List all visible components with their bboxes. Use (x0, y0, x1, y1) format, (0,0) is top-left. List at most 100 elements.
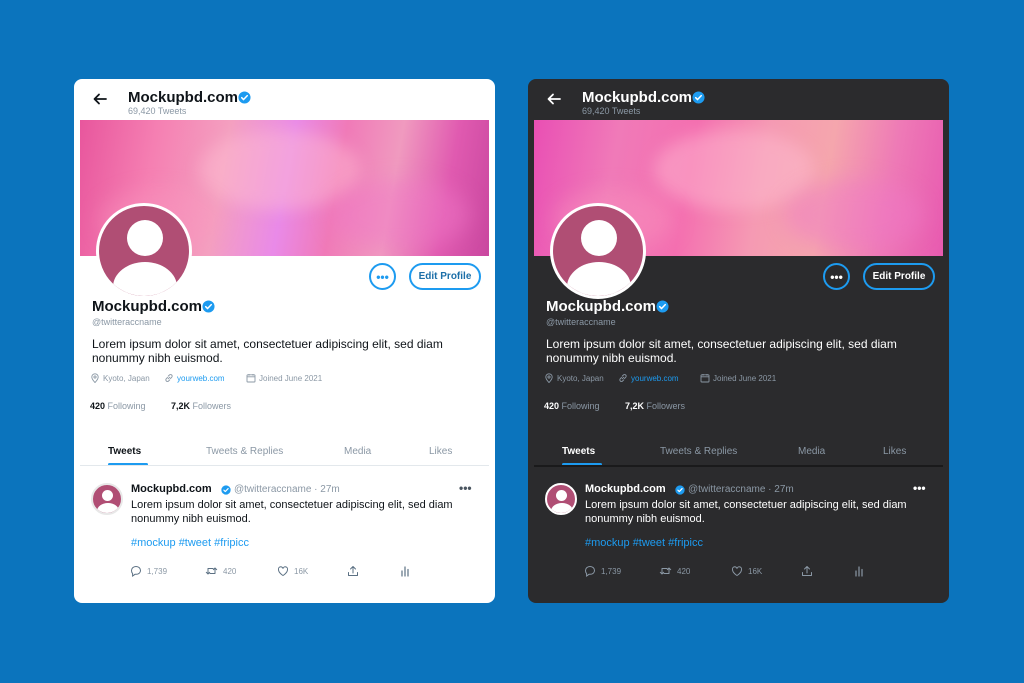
location-pin-icon (545, 373, 553, 383)
tab-tweets-replies[interactable]: Tweets & Replies (660, 446, 737, 457)
profile-joined: Joined June 2021 (246, 373, 322, 383)
verified-badge-icon (656, 300, 669, 313)
verified-badge-icon (202, 300, 215, 313)
profile-handle: @twitteraccname (92, 317, 162, 327)
tweet-text: Lorem ipsum dolor sit amet, consectetuer… (585, 499, 907, 525)
share-action[interactable] (801, 565, 813, 577)
tabs-divider (534, 465, 943, 467)
reply-action[interactable]: 1,739 (584, 565, 621, 577)
reply-count: 1,739 (147, 566, 168, 576)
profile-name: Mockupbd.com (92, 298, 203, 315)
more-options-button[interactable]: ••• (369, 263, 396, 290)
edit-profile-button[interactable]: Edit Profile (409, 263, 481, 290)
reply-action[interactable]: 1,739 (130, 565, 167, 577)
tabs-divider (80, 465, 489, 466)
profile-website[interactable]: yourweb.com (164, 373, 225, 383)
back-arrow-icon[interactable] (546, 91, 562, 107)
followers-stat[interactable]: 7,2K Followers (171, 401, 231, 411)
like-action[interactable]: 16K (731, 565, 762, 577)
profile-card-light: Mockupbd.com 69,420 Tweets ••• Edit Prof… (74, 79, 495, 603)
profile-name: Mockupbd.com (546, 298, 657, 315)
verified-badge-icon (675, 485, 685, 495)
followers-stat[interactable]: 7,2K Followers (625, 401, 685, 411)
header-name: Mockupbd.com (582, 89, 693, 106)
tweet-hashtags[interactable]: #mockup #tweet #fripicc (585, 537, 703, 549)
tab-likes[interactable]: Likes (429, 446, 452, 457)
tweet-count: 69,420 Tweets (128, 106, 187, 116)
retweet-action[interactable]: 420 (205, 565, 236, 577)
profile-tabs: Tweets Tweets & Replies Media Likes (528, 443, 949, 465)
tab-likes[interactable]: Likes (883, 446, 906, 457)
tab-tweets[interactable]: Tweets (108, 446, 141, 457)
tweet-avatar[interactable] (545, 483, 577, 515)
profile-handle: @twitteraccname (546, 317, 616, 327)
following-stat[interactable]: 420 Following (544, 401, 600, 411)
retweet-action[interactable]: 420 (659, 565, 690, 577)
retweet-icon (659, 567, 672, 575)
more-options-button[interactable]: ••• (823, 263, 850, 290)
edit-profile-button[interactable]: Edit Profile (863, 263, 935, 290)
website-link[interactable]: yourweb.com (631, 374, 679, 383)
share-icon (802, 566, 812, 576)
link-icon (165, 374, 173, 382)
tweet-more-button[interactable]: ••• (913, 481, 926, 495)
profile-tabs: Tweets Tweets & Replies Media Likes (74, 443, 495, 465)
website-link[interactable]: yourweb.com (177, 374, 225, 383)
tab-tweets-replies[interactable]: Tweets & Replies (206, 446, 283, 457)
like-count: 16K (294, 566, 309, 576)
retweet-icon (205, 567, 218, 575)
tweet-avatar[interactable] (91, 483, 123, 515)
profile-location: Kyoto, Japan (90, 373, 150, 383)
reply-count: 1,739 (601, 566, 622, 576)
analytics-icon (401, 566, 409, 577)
like-icon (277, 566, 289, 577)
tab-media[interactable]: Media (344, 446, 371, 457)
profile-website[interactable]: yourweb.com (618, 373, 679, 383)
followers-count: 7,2K (625, 401, 645, 411)
tweet-author-name[interactable]: Mockupbd.com (131, 483, 212, 495)
tab-media[interactable]: Media (798, 446, 825, 457)
header-name: Mockupbd.com (128, 89, 239, 106)
following-label: Following (107, 401, 146, 411)
profile-header: Mockupbd.com 69,420 Tweets (528, 79, 949, 121)
retweet-count: 420 (677, 566, 691, 576)
joined-text: Joined June 2021 (259, 373, 323, 383)
profile-bio: Lorem ipsum dolor sit amet, consectetuer… (92, 337, 443, 365)
back-arrow-icon[interactable] (92, 91, 108, 107)
reply-icon (130, 565, 142, 577)
like-action[interactable]: 16K (277, 565, 308, 577)
tweet-count: 69,420 Tweets (582, 106, 641, 116)
verified-badge-icon (238, 91, 251, 104)
profile-avatar[interactable] (96, 203, 192, 299)
analytics-action[interactable] (399, 565, 411, 577)
joined-text: Joined June 2021 (713, 373, 777, 383)
location-text: Kyoto, Japan (557, 373, 604, 383)
following-count: 420 (544, 401, 560, 411)
following-stat[interactable]: 420 Following (90, 401, 146, 411)
reply-icon (584, 565, 596, 577)
analytics-action[interactable] (853, 565, 865, 577)
tweet-hashtags[interactable]: #mockup #tweet #fripicc (131, 537, 249, 549)
following-label: Following (561, 401, 600, 411)
followers-count: 7,2K (171, 401, 191, 411)
location-pin-icon (91, 373, 99, 383)
following-count: 420 (90, 401, 106, 411)
share-action[interactable] (347, 565, 359, 577)
like-count: 16K (748, 566, 763, 576)
link-icon (619, 374, 627, 382)
location-text: Kyoto, Japan (103, 373, 150, 383)
verified-badge-icon (692, 91, 705, 104)
profile-avatar[interactable] (550, 203, 646, 299)
share-icon (348, 566, 358, 576)
profile-location: Kyoto, Japan (544, 373, 604, 383)
tweet-more-button[interactable]: ••• (459, 481, 472, 495)
tweet-handle-time: @twitteraccname · 27m (688, 484, 794, 495)
profile-joined: Joined June 2021 (700, 373, 776, 383)
followers-label: Followers (192, 401, 232, 411)
followers-label: Followers (646, 401, 686, 411)
tweet-text: Lorem ipsum dolor sit amet, consectetuer… (131, 499, 453, 525)
tweet-author-name[interactable]: Mockupbd.com (585, 483, 666, 495)
calendar-icon (700, 374, 710, 383)
like-icon (731, 566, 743, 577)
tab-tweets[interactable]: Tweets (562, 446, 595, 457)
